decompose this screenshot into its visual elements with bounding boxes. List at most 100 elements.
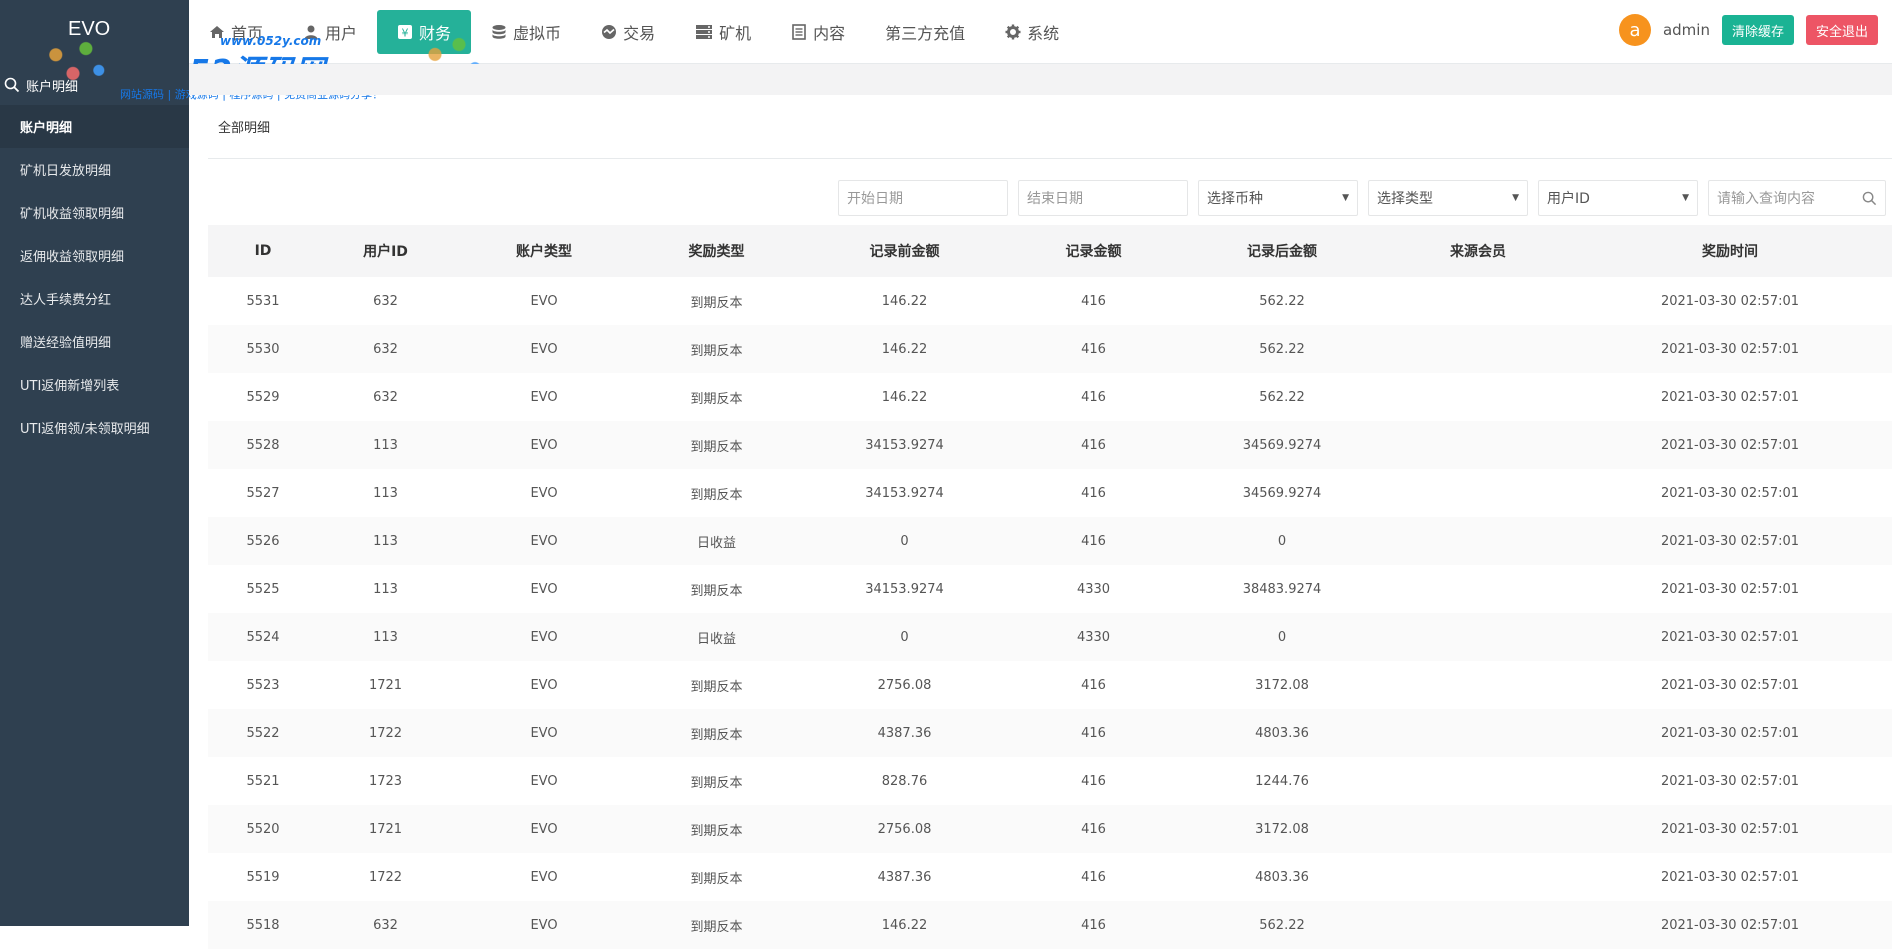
table-cell: 到期反本 [690, 823, 743, 839]
nav-third-party-recharge[interactable]: 第三方充值 [865, 10, 985, 54]
table-cell: 5518 [246, 917, 280, 933]
logout-button[interactable]: 安全退出 [1805, 15, 1878, 45]
table-cell: 0 [1277, 533, 1287, 549]
nav-home[interactable]: 首页 [189, 10, 283, 54]
end-date-input[interactable]: 结束日期 [1018, 180, 1188, 216]
table-cell: 2021-03-30 02:57:01 [1660, 821, 1800, 837]
table-row: 5523 1721 EVO 到期反本 2756.08 416 3172.08 2021-03-… [208, 661, 1892, 709]
table-cell: 34153.9274 [865, 581, 944, 597]
finance-icon: ¥ [398, 25, 413, 40]
clear-cache-button[interactable]: 清除缓存 [1721, 15, 1794, 45]
sidebar-item-label: 矿机收益领取明细 [20, 207, 125, 222]
table-cell: 113 [373, 533, 398, 549]
nav-miner[interactable]: 矿机 [675, 10, 771, 54]
table-cell: EVO [530, 629, 558, 645]
table-cell: 到期反本 [690, 871, 743, 887]
sidebar-item-rebate-income[interactable]: 返佣收益领取明细 [0, 234, 189, 277]
column-header: 用户ID [363, 244, 408, 260]
nav-system[interactable]: 系统 [985, 10, 1079, 54]
table-cell: 5524 [246, 629, 280, 645]
query-placeholder: 请输入查询内容 [1717, 191, 1815, 207]
column-header: 来源会员 [1450, 244, 1506, 260]
table-cell: EVO [530, 293, 558, 309]
table-cell: EVO [530, 437, 558, 453]
table-row: 5527 113 EVO 到期反本 34153.9274 416 34569.9274 202… [208, 469, 1892, 517]
sidebar-item-fee-dividend[interactable]: 达人手续费分红 [0, 277, 189, 320]
table-cell: 632 [373, 389, 398, 405]
sidebar-item-uti-rebate-new[interactable]: UTI返佣新增列表 [0, 363, 189, 406]
table-cell: 828.76 [881, 773, 928, 789]
table-cell: 113 [373, 485, 398, 501]
nav-finance[interactable]: ¥ 财务 [377, 10, 472, 54]
sidebar-item-label: 返佣收益领取明细 [20, 250, 125, 265]
table-cell: 3172.08 [1255, 677, 1309, 693]
username[interactable]: admin [1663, 21, 1710, 39]
main-content: 全部明细 开始日期 结束日期 选择币种 ▼ 选择类型 ▼ 用户ID ▼ 请输入查… [208, 95, 1892, 949]
table-cell: 5523 [246, 677, 280, 693]
column-header: 记录金额 [1065, 244, 1122, 260]
table-cell: 2021-03-30 02:57:01 [1660, 677, 1800, 693]
table-cell: 1723 [368, 773, 403, 789]
sidebar-item-account-detail[interactable]: 账户明细 [0, 105, 189, 148]
nav-user[interactable]: 用户 [283, 10, 377, 54]
table-cell: 4387.36 [877, 725, 932, 741]
sidebar-item-uti-rebate-claim[interactable]: UTI返佣领/未领取明细 [0, 406, 189, 449]
table-body: 5531 632 EVO 到期反本 146.22 416 562.22 2021-03-30 … [208, 277, 1892, 949]
content-gap [189, 64, 1892, 95]
header-right: a admin 清除缓存 安全退出 [1618, 14, 1878, 46]
exchange-icon [602, 25, 617, 39]
table-row: 5531 632 EVO 到期反本 146.22 416 562.22 2021-03-30 … [208, 277, 1892, 325]
nav-label: 交易 [623, 24, 656, 43]
field-select[interactable]: 用户ID ▼ [1538, 180, 1698, 216]
query-input[interactable]: 请输入查询内容 [1708, 180, 1886, 216]
svg-text:¥: ¥ [402, 27, 409, 40]
sidebar-item-label: 账户明细 [20, 121, 73, 136]
table-cell: 34569.9274 [1242, 485, 1322, 501]
table-cell: EVO [530, 773, 558, 789]
table-cell: 到期反本 [690, 391, 743, 407]
column-header: 奖励类型 [688, 244, 745, 260]
coin-select[interactable]: 选择币种 ▼ [1198, 180, 1358, 216]
table-cell: 日收益 [696, 631, 736, 647]
table-cell: 0 [900, 629, 909, 645]
sidebar-item-label: UTI返佣新增列表 [20, 379, 120, 394]
nav-virtual-coin[interactable]: 虚拟币 [471, 10, 581, 54]
table-cell: 562.22 [1259, 293, 1305, 309]
table-cell: 到期反本 [690, 295, 743, 311]
main-nav: 首页 用户 ¥ 财务 虚拟币 交易 矿机 内容 第三方充值 系统 [189, 0, 1079, 64]
sidebar-item-miner-daily[interactable]: 矿机日发放明细 [0, 148, 189, 191]
table-cell: 2021-03-30 02:57:01 [1660, 293, 1800, 309]
table-cell: 到期反本 [690, 583, 743, 599]
table-cell: 3172.08 [1255, 821, 1309, 837]
table-cell: 2021-03-30 02:57:01 [1660, 485, 1800, 501]
database-icon [492, 25, 506, 39]
search-icon[interactable] [1862, 191, 1877, 206]
dropdown-arrow-icon: ▼ [1682, 193, 1689, 203]
sidebar-item-miner-income[interactable]: 矿机收益领取明细 [0, 191, 189, 234]
table-cell: 到期反本 [690, 679, 743, 695]
table-cell: 2021-03-30 02:57:01 [1660, 437, 1800, 453]
tab-all-details[interactable]: 全部明细 [218, 117, 270, 136]
table-cell: 416 [1081, 437, 1106, 453]
table-cell: 416 [1081, 821, 1106, 837]
sidebar-item-exp-gift[interactable]: 赠送经验值明细 [0, 320, 189, 363]
start-date-input[interactable]: 开始日期 [838, 180, 1008, 216]
brand-name: EVO [68, 18, 111, 40]
nav-trade[interactable]: 交易 [581, 10, 675, 54]
table-cell: 到期反本 [690, 919, 743, 935]
sidebar-search[interactable]: 账户明细 [0, 72, 189, 98]
table-cell: 1721 [368, 677, 403, 693]
gear-icon [1005, 24, 1021, 40]
table-cell: EVO [530, 869, 558, 885]
brand: EVO [0, 0, 189, 92]
table-cell: 34153.9274 [865, 437, 944, 453]
home-icon [210, 26, 224, 38]
table-row: 5519 1722 EVO 到期反本 4387.36 416 4803.36 2021-03-… [208, 853, 1892, 901]
type-select[interactable]: 选择类型 ▼ [1368, 180, 1528, 216]
table-cell: 38483.9274 [1242, 581, 1322, 597]
table-cell: 2021-03-30 02:57:01 [1660, 533, 1800, 549]
table-cell: 34569.9274 [1242, 437, 1322, 453]
table-cell: 4330 [1076, 629, 1111, 645]
nav-content[interactable]: 内容 [771, 10, 865, 54]
avatar[interactable]: a [1618, 14, 1651, 46]
